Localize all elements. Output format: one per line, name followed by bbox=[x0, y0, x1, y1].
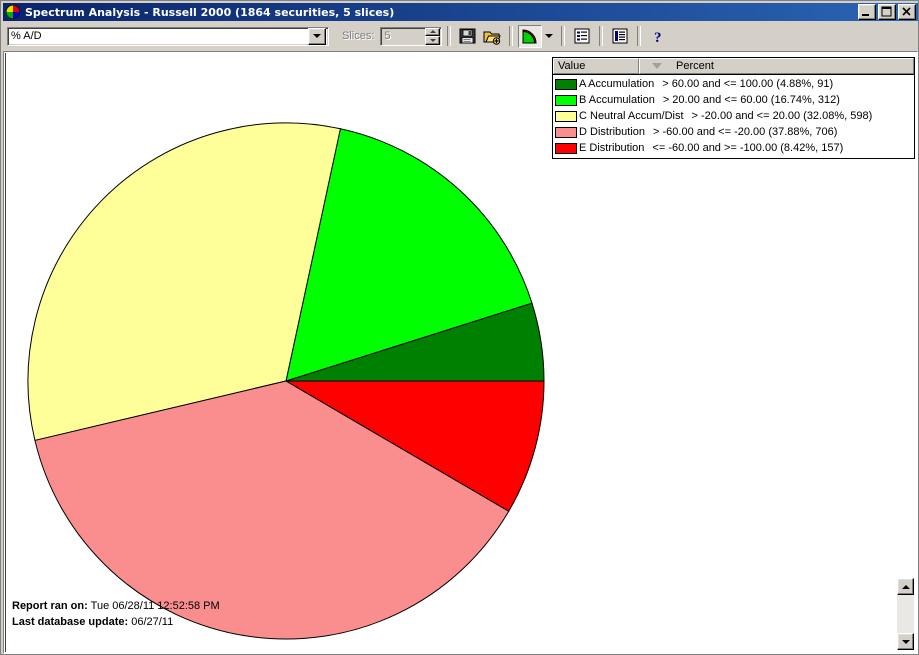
legend-row-label: C Neutral Accum/Dist bbox=[579, 110, 684, 122]
toolbar-divider-5 bbox=[637, 26, 642, 46]
legend-row[interactable]: C Neutral Accum/Dist > -20.00 and <= 20.0… bbox=[553, 108, 914, 124]
legend-row[interactable]: D Distribution > -60.00 and <= -20.00 (37… bbox=[553, 124, 914, 140]
list-report-icon bbox=[574, 28, 590, 44]
legend-row-range: > 20.00 and <= 60.00 (16.74%, 312) bbox=[662, 94, 840, 106]
toolbar-divider-4 bbox=[599, 26, 604, 46]
report-ran-label: Report ran on: bbox=[12, 600, 88, 612]
legend-color-swatch bbox=[555, 110, 577, 122]
legend-row[interactable]: E Distribution <= -60.00 and >= -100.00 (… bbox=[553, 140, 914, 156]
legend-row-list: A Accumulation > 60.00 and <= 100.00 (4.8… bbox=[553, 75, 914, 158]
legend-column-value[interactable]: Value bbox=[553, 58, 639, 74]
sort-descending-icon bbox=[652, 63, 662, 69]
db-update-label: Last database update: bbox=[12, 616, 129, 628]
legend-column-percent-label: Percent bbox=[676, 60, 714, 72]
slices-value: 5 bbox=[384, 30, 391, 42]
legend-row-label: A Accumulation bbox=[579, 78, 655, 90]
db-update-line: Last database update: 06/27/11 bbox=[12, 614, 220, 630]
spectrum-analysis-window: Spectrum Analysis - Russell 2000 (1864 s… bbox=[0, 0, 919, 655]
report-client-area: Value Percent A Accumulation > 60.00 and … bbox=[3, 51, 918, 654]
detail-list-icon bbox=[612, 28, 628, 44]
legend-color-swatch bbox=[555, 126, 577, 138]
toolbar-divider-3 bbox=[561, 26, 566, 46]
report-footer: Report ran on: Tue 06/28/11 12:52:58 PM … bbox=[12, 598, 220, 630]
report-ran-value: Tue 06/28/11 12:52:58 PM bbox=[90, 600, 220, 612]
minimize-button[interactable] bbox=[858, 4, 876, 20]
slices-stepper[interactable]: 5 bbox=[380, 26, 443, 46]
chart-type-dropdown[interactable] bbox=[542, 24, 557, 48]
scroll-down-arrow-icon[interactable] bbox=[897, 633, 914, 650]
legend-color-swatch bbox=[555, 142, 577, 154]
slices-increment-button[interactable] bbox=[425, 27, 441, 36]
report-canvas: Value Percent A Accumulation > 60.00 and … bbox=[5, 53, 916, 652]
pie-chart-svg[interactable] bbox=[26, 121, 546, 641]
toolbar: % A/D Slices: 5 ? bbox=[3, 22, 918, 50]
legend-row[interactable]: B Accumulation > 20.00 and <= 60.00 (16.7… bbox=[553, 92, 914, 108]
detail-view-button[interactable] bbox=[608, 24, 633, 48]
chevron-down-icon bbox=[545, 34, 554, 38]
title-bar[interactable]: Spectrum Analysis - Russell 2000 (1864 s… bbox=[3, 3, 918, 21]
db-update-value: 06/27/11 bbox=[131, 616, 174, 628]
legend-row-range: <= -60.00 and >= -100.00 (8.42%, 157) bbox=[652, 142, 844, 154]
legend-row-label: E Distribution bbox=[579, 142, 645, 154]
window-title: Spectrum Analysis - Russell 2000 (1864 s… bbox=[25, 5, 395, 19]
slices-decrement-button[interactable] bbox=[425, 36, 441, 45]
legend-row-label: B Accumulation bbox=[579, 94, 655, 106]
window-controls bbox=[858, 4, 916, 20]
slices-spinner-buttons[interactable] bbox=[425, 27, 441, 45]
legend-color-swatch bbox=[555, 94, 577, 106]
legend-row-label: D Distribution bbox=[579, 126, 646, 138]
chart-type-button[interactable] bbox=[518, 24, 543, 48]
maximize-button[interactable] bbox=[878, 4, 896, 20]
legend-row-range: > 60.00 and <= 100.00 (4.88%, 91) bbox=[662, 78, 834, 90]
indicator-select[interactable]: % A/D bbox=[7, 26, 329, 46]
question-mark-icon: ? bbox=[654, 30, 662, 45]
legend-panel: Value Percent A Accumulation > 60.00 and … bbox=[552, 57, 915, 159]
close-button[interactable] bbox=[898, 4, 916, 20]
toolbar-divider-2 bbox=[509, 26, 514, 46]
pie-chart-icon bbox=[522, 28, 537, 43]
slices-label: Slices: bbox=[342, 30, 375, 42]
indicator-select-value: % A/D bbox=[11, 30, 42, 42]
legend-column-percent[interactable]: Percent bbox=[639, 58, 914, 74]
help-button[interactable]: ? bbox=[646, 24, 671, 48]
legend-header: Value Percent bbox=[553, 58, 914, 75]
report-view-button[interactable] bbox=[570, 24, 595, 48]
svg-text:?: ? bbox=[654, 30, 662, 45]
pie-chart bbox=[26, 121, 546, 641]
legend-row[interactable]: A Accumulation > 60.00 and <= 100.00 (4.8… bbox=[553, 76, 914, 92]
toolbar-divider bbox=[447, 26, 452, 46]
vertical-scrollbar[interactable] bbox=[897, 578, 914, 650]
legend-color-swatch bbox=[555, 78, 577, 90]
save-button[interactable] bbox=[456, 24, 481, 48]
chevron-down-icon[interactable] bbox=[308, 27, 326, 45]
report-ran-line: Report ran on: Tue 06/28/11 12:52:58 PM bbox=[12, 598, 220, 614]
legend-row-range: > -60.00 and <= -20.00 (37.88%, 706) bbox=[653, 126, 838, 138]
legend-row-range: > -20.00 and <= 20.00 (32.08%, 598) bbox=[691, 110, 873, 122]
scroll-up-arrow-icon[interactable] bbox=[897, 578, 914, 595]
spectrum-app-icon bbox=[5, 4, 21, 20]
open-button[interactable] bbox=[480, 24, 505, 48]
